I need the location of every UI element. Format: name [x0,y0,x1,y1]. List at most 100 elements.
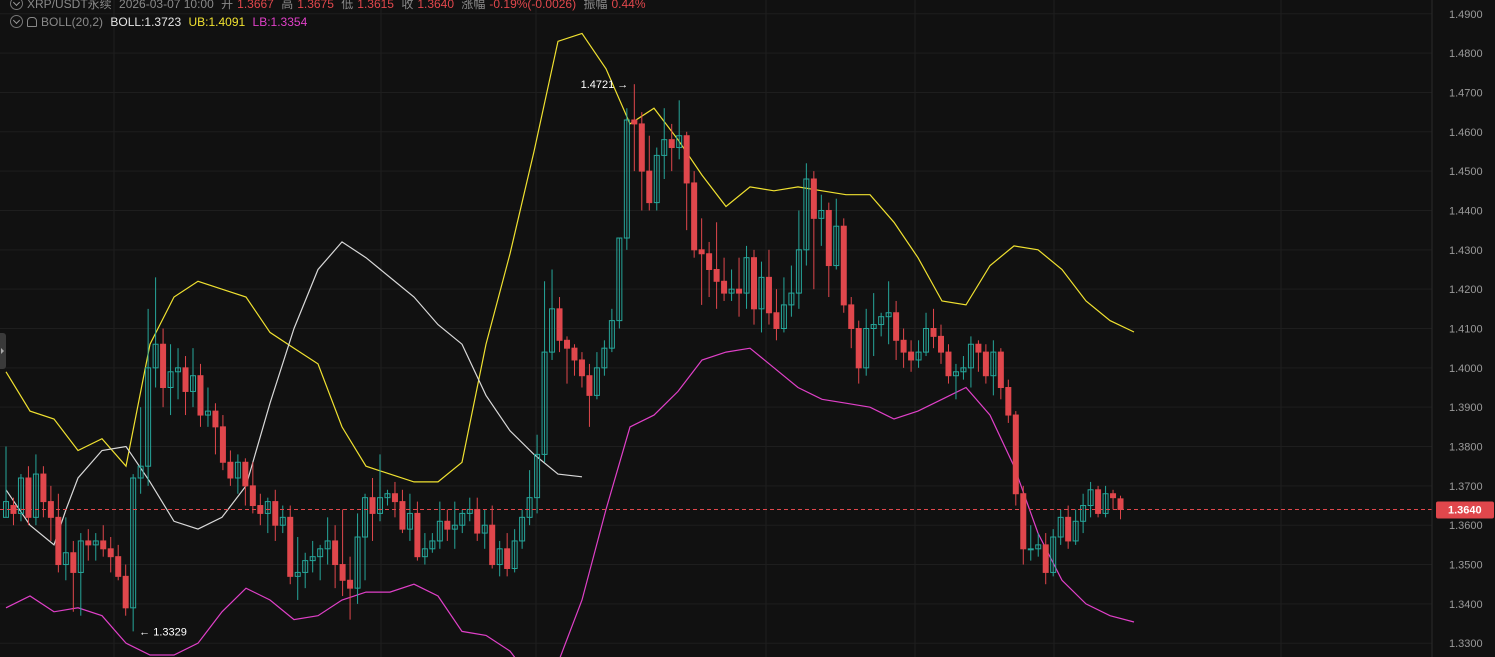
candle [1027,525,1034,561]
candle [451,501,458,549]
amplitude-value: 0.44% [611,0,646,11]
candle [481,509,488,549]
candle-body [578,359,585,377]
boll-lower-line [5,347,1135,657]
symbol-label: XRP/USDT永续 [27,0,112,11]
high-label: 高 [281,0,294,11]
candle [825,202,832,298]
amplitude-label: 振幅 [583,0,608,11]
candle [115,544,122,581]
candle [77,533,84,616]
candle-body [287,516,294,577]
candle [152,277,159,388]
candle [384,489,391,506]
max-price-label: 1.4721 → [581,79,629,91]
candle-body [900,339,907,353]
candle [893,300,900,360]
candle-body [564,339,570,349]
boll-mid-value: BOLL:1.3723 [110,15,182,29]
candle [608,308,615,353]
candle [332,525,339,589]
candle [960,356,967,380]
candle [758,261,765,333]
candle [474,497,481,541]
candle [549,269,556,360]
candle [414,501,421,561]
candle [900,328,907,368]
candle [519,509,526,549]
y-tick-label: 1.3700 [1449,481,1483,493]
candle [1080,493,1087,534]
candle [504,533,511,577]
candle [975,340,982,372]
y-tick-label: 1.4800 [1449,48,1483,60]
alert-bell-icon[interactable] [27,17,37,27]
candle [489,505,496,569]
candle [930,308,937,349]
candle-body [242,461,249,487]
candle [1005,379,1012,423]
price-chart[interactable]: 1.4721 → ← 1.3329 1.3300 1.3400 1.3500 1.360… [0,0,1495,657]
candle [728,269,735,301]
candle [1050,529,1057,577]
candle-body [1065,516,1072,542]
candle [616,237,623,329]
candle [377,454,383,522]
side-panel-toggle-icon[interactable] [0,333,6,369]
candle-body [444,520,451,530]
candle [810,171,817,290]
y-tick-label: 1.4700 [1449,87,1483,99]
candle-body [773,312,780,329]
low-value: 1.3615 [357,0,394,11]
candle [287,505,294,585]
candle [571,344,578,376]
ohlc-info-row: XRP/USDT永续 2026-03-07 10:00 开 1.3667 高 1.3… [10,0,650,11]
y-tick-label: 1.4000 [1449,363,1483,375]
candle [242,458,249,506]
candle [668,123,675,172]
candle [294,537,301,600]
candle-body [489,524,496,566]
candle [227,450,234,486]
candle [1042,533,1049,585]
candle [3,446,9,518]
candle [421,533,428,565]
candle [1020,485,1027,565]
candle [182,356,189,416]
candle [908,340,915,372]
candle [683,131,690,231]
candle [339,509,346,597]
price-axis[interactable]: 1.3300 1.3400 1.3500 1.3600 1.3700 1.3800 1.39… [1431,0,1494,657]
collapse-chevron-icon[interactable] [10,0,23,10]
candle-body [930,328,937,337]
candle-body [646,170,653,204]
candle [272,489,279,541]
candle [219,415,226,471]
y-tick-label: 1.4100 [1449,324,1483,336]
collapse-chevron-icon[interactable] [10,15,23,28]
candle-body [855,328,862,369]
candle-body [1012,414,1019,495]
candle [541,281,548,463]
candle-body [713,268,720,282]
y-tick-label: 1.4600 [1449,127,1483,139]
candle [982,344,989,384]
candle-body [272,501,279,526]
indicator-name[interactable]: BOLL(20,2) [41,15,103,29]
candle [818,194,825,246]
datetime-label: 2026-03-07 10:00 [119,0,214,11]
candle [593,352,600,400]
candle [190,348,196,408]
candle [945,344,952,384]
candle-body [1005,387,1012,416]
candle [1057,509,1064,545]
candle [773,289,780,341]
candle [1072,509,1079,545]
candle [1102,485,1109,518]
y-tick-label: 1.3900 [1449,402,1483,414]
candle [122,564,129,616]
candle [175,348,182,400]
candle [885,281,892,345]
candle [317,544,324,581]
candle [855,320,862,384]
